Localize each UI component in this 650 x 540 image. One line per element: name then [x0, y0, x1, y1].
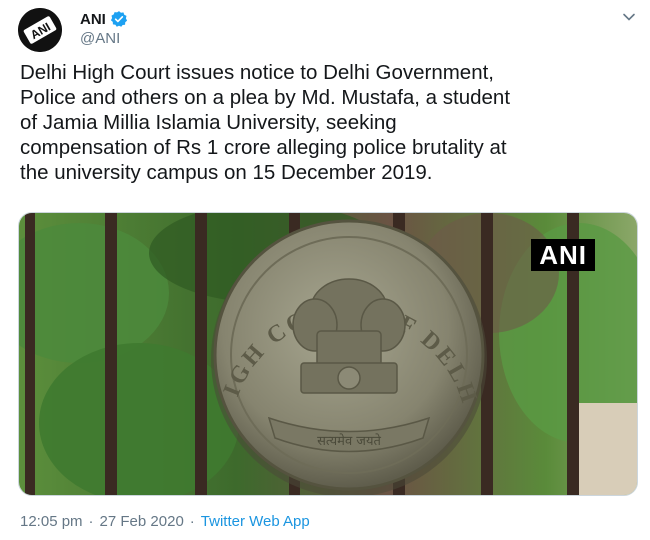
author-names: ANI @ANI	[80, 9, 128, 47]
display-name[interactable]: ANI	[80, 11, 106, 28]
verified-badge-icon	[110, 11, 127, 27]
meta-separator: ·	[88, 513, 94, 530]
tweet-meta: 12:05 pm · 27 Feb 2020 · Twitter Web App	[20, 513, 310, 530]
tweet-text: Delhi High Court issues notice to Delhi …	[20, 61, 511, 184]
ani-logo-icon: ANI	[18, 8, 62, 52]
tweet-photo[interactable]: HIGH COURT OF DELHI सत्यमेव जयते ANI	[18, 212, 638, 496]
tweet-source-link[interactable]: Twitter Web App	[201, 513, 310, 530]
handle[interactable]: @ANI	[80, 30, 128, 47]
chevron-down-icon[interactable]	[620, 8, 638, 26]
tweet-time[interactable]: 12:05 pm	[20, 513, 83, 530]
tweet-header: ANI ANI @ANI	[18, 8, 638, 52]
tweet-date[interactable]: 27 Feb 2020	[100, 513, 184, 530]
ani-watermark: ANI	[531, 239, 595, 271]
avatar[interactable]: ANI	[18, 8, 62, 52]
emblem-motto: सत्यमेव जयते	[317, 433, 381, 449]
meta-separator-2: ·	[189, 513, 195, 530]
